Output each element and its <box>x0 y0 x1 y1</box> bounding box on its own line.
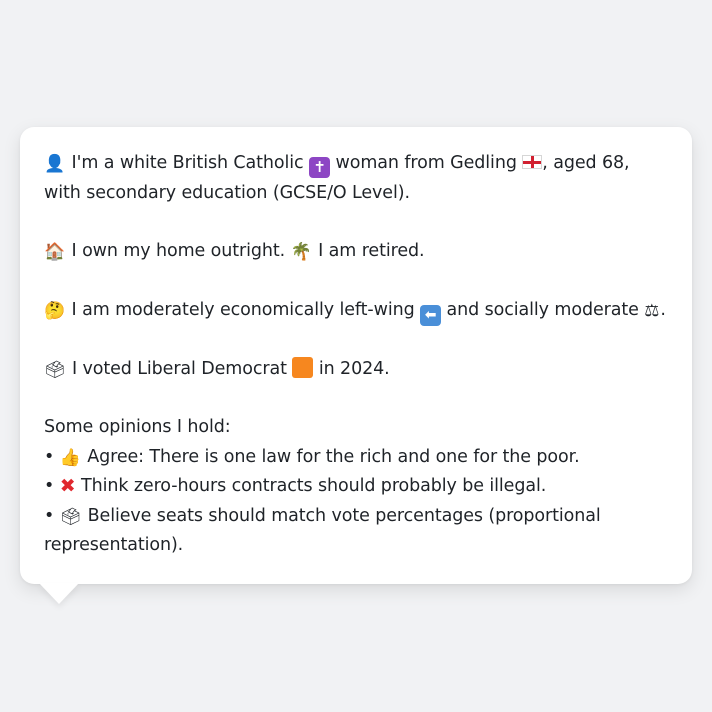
identity-text-a: I'm a white British Catholic <box>71 153 304 173</box>
vote-text-b: in 2024. <box>318 358 390 379</box>
vote-paragraph: 🗳 I voted Liberal Democrat in 2024. <box>44 355 668 385</box>
thumbs-up-icon: 👍 <box>59 447 81 468</box>
england-flag-icon <box>522 155 543 169</box>
list-item: • 🗳 Believe seats should match vote perc… <box>44 502 668 561</box>
opinions-section: Some opinions I hold: • 👍 Agree: There i… <box>44 413 668 561</box>
orange-square-icon <box>292 356 314 378</box>
retired-text: I am retired. <box>318 241 425 261</box>
bullet: • <box>44 446 55 467</box>
home-text: I own my home outright. <box>71 241 286 261</box>
politics-text-c: . <box>660 299 666 320</box>
latin-cross-icon: ✝ <box>309 157 331 178</box>
identity-paragraph: 👤 I'm a white British Catholic ✝ woman f… <box>44 149 668 208</box>
housing-paragraph: 🏠 I own my home outright. 🌴 I am retired… <box>44 237 668 267</box>
house-icon: 🏠 <box>44 242 66 262</box>
person-silhouette-icon: 👤 <box>44 154 66 174</box>
bullet: • <box>44 505 55 526</box>
opinion-text: Agree: There is one law for the rich and… <box>87 446 580 467</box>
ballot-box-icon: 🗳 <box>59 506 82 527</box>
list-item: • 👍 Agree: There is one law for the rich… <box>44 443 668 473</box>
list-item: • ✖ Think zero-hours contracts should pr… <box>44 472 668 502</box>
speech-bubble-tail <box>39 583 79 604</box>
ballot-box-icon: 🗳 <box>44 359 66 380</box>
opinion-text: Believe seats should match vote percenta… <box>44 505 601 556</box>
politics-paragraph: 🤔 I am moderately economically left-wing… <box>44 296 668 326</box>
palm-tree-icon: 🌴 <box>290 242 312 262</box>
balance-scale-icon: ⚖ <box>644 300 660 321</box>
opinion-text: Think zero-hours contracts should probab… <box>81 476 547 496</box>
vote-text-a: I voted Liberal Democrat <box>71 358 287 379</box>
left-arrow-icon: ⬅ <box>420 304 442 326</box>
opinions-heading: Some opinions I hold: <box>44 417 231 437</box>
thinking-face-icon: 🤔 <box>44 300 66 321</box>
politics-text-a: I am moderately economically left-wing <box>71 299 415 320</box>
opinions-list: • 👍 Agree: There is one law for the rich… <box>44 443 668 561</box>
bullet: • <box>44 476 55 496</box>
cross-mark-icon: ✖ <box>59 475 76 497</box>
identity-text-b: woman from Gedling <box>335 153 517 173</box>
profile-card: 👤 I'm a white British Catholic ✝ woman f… <box>20 127 692 584</box>
politics-text-b: and socially moderate <box>446 299 639 320</box>
